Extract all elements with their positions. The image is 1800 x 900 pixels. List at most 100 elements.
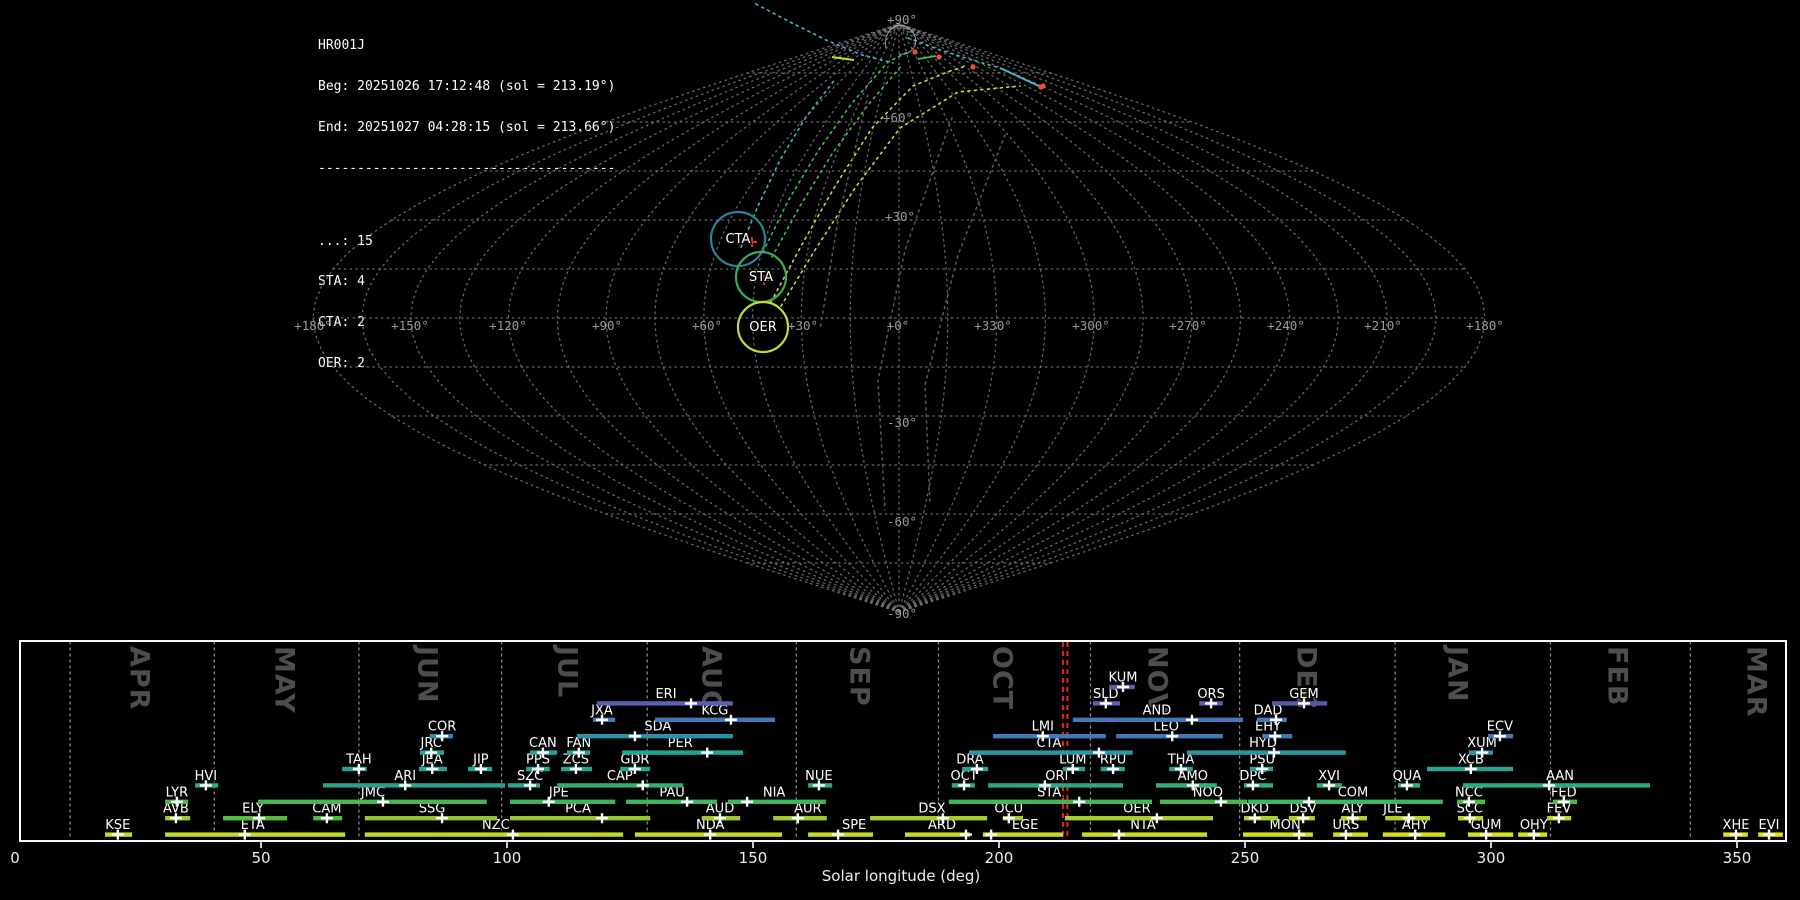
bar-SSG — [365, 816, 497, 820]
peak-marker-AND — [1186, 715, 1198, 725]
bar-label-NIA: NIA — [763, 785, 786, 800]
bar-CAP — [557, 783, 683, 787]
longitude-label: +120° — [489, 318, 527, 333]
latitude-label: -90° — [887, 606, 917, 621]
month-label-sep: SEP — [843, 646, 874, 707]
longitude-label: +270° — [1169, 318, 1207, 333]
month-label-jan: JAN — [1442, 644, 1473, 703]
longitude-label: +30° — [788, 318, 818, 333]
bar-STA — [949, 800, 1152, 804]
graticule-meridian — [362, 24, 899, 612]
longitude-label: +240° — [1267, 318, 1305, 333]
longitude-label: +300° — [1072, 318, 1110, 333]
bar-ETA — [165, 832, 345, 836]
peak-marker-PCA — [596, 813, 608, 823]
bar-label-COM: COM — [1338, 785, 1369, 800]
latitude-label: +30° — [885, 209, 915, 224]
bar-label-AAN: AAN — [1546, 769, 1574, 784]
longitude-label: +330° — [974, 318, 1012, 333]
bar-label-DSX: DSX — [918, 802, 945, 817]
bar-LMI — [993, 734, 1106, 738]
peak-marker-EGE — [985, 830, 997, 840]
bar-label-AND: AND — [1143, 703, 1172, 718]
latitude-label: +90° — [887, 12, 917, 27]
meteor-trail — [772, 64, 903, 257]
latitude-label: -60° — [887, 514, 917, 529]
peak-marker-NIA — [741, 797, 753, 807]
month-label-mar: MAR — [1741, 646, 1772, 718]
bar-NZC — [365, 832, 623, 836]
bar-ORI — [988, 783, 1123, 787]
month-label-apr: APR — [124, 646, 155, 710]
month-label-jul: JUL — [552, 644, 583, 698]
meteor-trail — [771, 66, 966, 302]
secondary-grid-curve — [878, 118, 952, 510]
bar-label-ERI: ERI — [655, 687, 676, 702]
peak-marker-NTA — [1113, 830, 1125, 840]
latitude-label: +60° — [883, 110, 913, 125]
longitude-label: +60° — [692, 318, 722, 333]
trail-tip-dot — [1040, 83, 1045, 88]
axis-tick-label: 50 — [251, 849, 270, 867]
bar-NTA — [1082, 832, 1207, 836]
axis-tick-label: 150 — [739, 849, 768, 867]
bar-PAU — [626, 800, 717, 804]
peak-marker-PER — [701, 748, 713, 758]
month-label-may: MAY — [269, 646, 300, 714]
axis-tick-label: 250 — [1231, 849, 1260, 867]
axis-title: Solar longitude (deg) — [822, 867, 980, 885]
meteor-trail — [741, 78, 836, 247]
bar-JPE — [510, 800, 615, 804]
radiant-label-cta: CTA — [726, 232, 751, 247]
meteor-trail — [756, 4, 893, 63]
longitude-label: +150° — [391, 318, 429, 333]
longitude-label: +210° — [1364, 318, 1402, 333]
trail-tip-dot — [912, 49, 917, 54]
secondary-grid-curve — [820, 95, 868, 330]
bar-ERI — [597, 701, 733, 705]
radiant-cta: CTA — [711, 212, 765, 266]
app-screen: HR001J Beg: 20251026 17:12:48 (sol = 213… — [0, 0, 1800, 900]
bar-OER — [1065, 816, 1213, 820]
month-label-feb: FEB — [1601, 646, 1632, 706]
bar-AND — [1073, 718, 1243, 722]
bar-HYD — [1187, 750, 1346, 754]
radiant-label-sta: STA — [749, 270, 773, 285]
radiant-sta: STA — [736, 252, 786, 302]
bar-ARI — [323, 783, 505, 787]
bar-SDA — [577, 734, 733, 738]
longitude-label: +90° — [592, 318, 622, 333]
peak-marker-STA — [1073, 797, 1085, 807]
bar-AMO — [1156, 783, 1217, 787]
meteor-chart-canvas: +180° +150° +120° +90° +60° +30° +0° +330° +300°… — [0, 0, 1800, 900]
activity-timeline: APRMAYJUNJULAUGSEPOCTNOVDECJANFEBMARKUME… — [10, 641, 1786, 885]
bar-KCG — [655, 718, 775, 722]
bar-AAN — [1463, 783, 1650, 787]
axis-tick-label: 300 — [1477, 849, 1506, 867]
longitude-label: +180° — [1466, 318, 1504, 333]
longitude-label: +180° — [294, 318, 332, 333]
peak-marker-SDA — [629, 731, 641, 741]
axis-tick-label: 0 — [10, 849, 20, 867]
bar-label-SPE: SPE — [842, 818, 866, 833]
trail-tip-dot — [936, 54, 941, 59]
axis-tick-label: 350 — [1723, 849, 1752, 867]
bar-CTA — [969, 750, 1133, 754]
axis-tick-label: 100 — [493, 849, 522, 867]
sky-map: +180° +150° +120° +90° +60° +30° +0° +330° +300°… — [294, 4, 1504, 621]
month-label-oct: OCT — [986, 646, 1017, 710]
bar-JMC — [258, 800, 487, 804]
bar-labels: KUMERISLDORSGEMJXAKCGANDDADCORSDALMILEOE… — [105, 671, 1779, 834]
bar-PER — [622, 750, 743, 754]
month-label-jun: JUN — [411, 644, 442, 704]
peak-marker-ERI — [685, 698, 697, 708]
trail-tip-dot — [970, 64, 975, 69]
bar-PCA — [510, 816, 650, 820]
latitude-label: -30° — [887, 415, 917, 430]
radiant-label-oer: OER — [749, 320, 776, 335]
longitude-label: +0° — [887, 318, 910, 333]
bar-NOO — [1160, 800, 1247, 804]
bar-COM — [1248, 800, 1443, 804]
axis-tick-label: 200 — [985, 849, 1014, 867]
peak-marker-ARD — [960, 830, 972, 840]
